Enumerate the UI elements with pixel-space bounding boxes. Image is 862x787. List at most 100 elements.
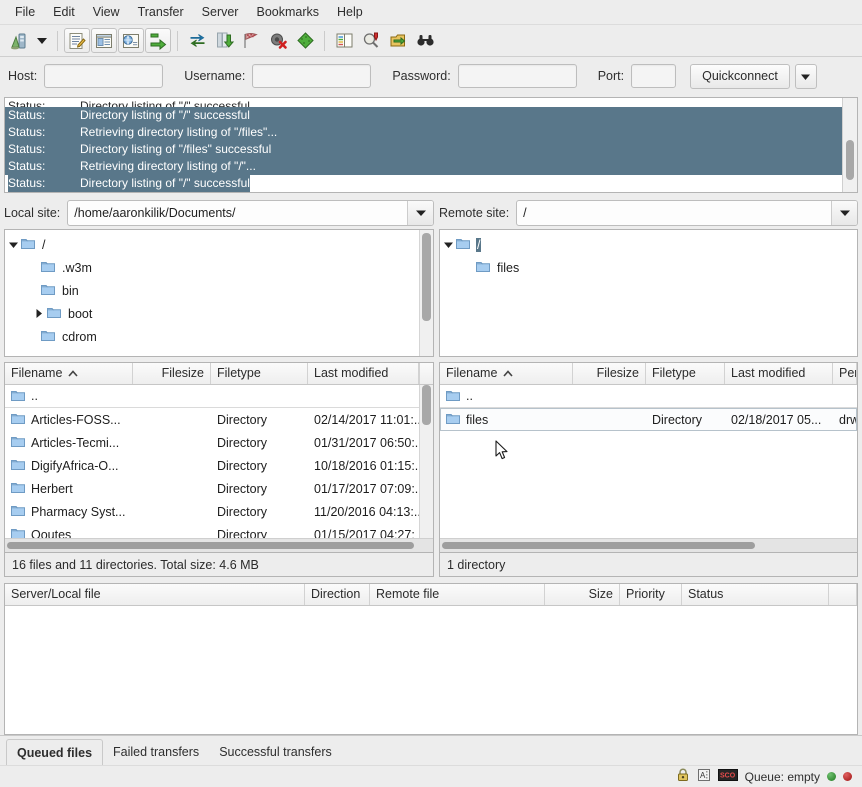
directory-filters-icon[interactable] <box>358 28 384 53</box>
tree-item[interactable]: .w3m <box>5 256 419 279</box>
table-row[interactable]: DigifyAfrica-O... Directory 10/18/2016 0… <box>5 454 419 477</box>
message-log-scrollbar[interactable] <box>842 98 857 192</box>
quickconnect-button[interactable]: Quickconnect <box>690 64 790 89</box>
cell-filename[interactable]: Articles-FOSS... <box>5 412 133 427</box>
chevron-right-icon[interactable] <box>31 309 47 318</box>
cell-filename[interactable]: DigifyAfrica-O... <box>5 458 133 473</box>
site-manager-icon[interactable] <box>6 28 32 53</box>
toggle-remote-tree-icon[interactable] <box>118 28 144 53</box>
local-tree-scrollbar[interactable] <box>419 230 433 356</box>
tree-item-label[interactable]: / <box>41 238 46 252</box>
tree-item-label[interactable]: boot <box>67 307 93 321</box>
table-row[interactable]: Qoutes Directory 01/15/2017 04:27: <box>5 523 419 538</box>
column-header-priority[interactable]: Priority <box>620 584 682 605</box>
transfer-queue[interactable]: Server/Local file Direction Remote file … <box>4 583 858 735</box>
cell-filename[interactable]: Articles-Tecmi... <box>5 435 133 450</box>
tree-item-label[interactable]: .w3m <box>61 261 93 275</box>
tree-item-label[interactable]: / <box>476 238 481 252</box>
remote-tree-rows[interactable]: / files <box>440 230 857 356</box>
tab-failed-transfers[interactable]: Failed transfers <box>103 739 209 765</box>
remote-directory-tree[interactable]: / files <box>439 229 858 357</box>
menu-edit[interactable]: Edit <box>44 2 84 22</box>
column-header-filename[interactable]: Filename <box>5 363 133 384</box>
tab-successful-transfers[interactable]: Successful transfers <box>209 739 342 765</box>
column-header-permissions[interactable]: Per <box>833 363 857 384</box>
column-header-status[interactable]: Status <box>682 584 829 605</box>
cell-filename[interactable]: Herbert <box>5 481 133 496</box>
remote-site-combo[interactable]: / <box>516 200 858 226</box>
chevron-down-icon[interactable] <box>831 201 857 225</box>
host-input[interactable] <box>44 64 163 88</box>
tree-item-label[interactable]: bin <box>61 284 80 298</box>
local-site-value[interactable]: /home/aaronkilik/Documents/ <box>68 206 407 220</box>
column-header-filetype[interactable]: Filetype <box>646 363 725 384</box>
find-files-icon[interactable] <box>412 28 438 53</box>
scrollbar-thumb[interactable] <box>422 385 431 425</box>
chevron-down-icon[interactable] <box>5 242 21 248</box>
menu-help[interactable]: Help <box>328 2 372 22</box>
scrollbar-thumb[interactable] <box>442 542 755 549</box>
cell-filename[interactable]: .. <box>5 389 133 404</box>
refresh-icon[interactable] <box>184 28 210 53</box>
tree-item[interactable]: files <box>440 256 857 279</box>
remote-file-list[interactable]: Filename Filesize Filetype Last modified… <box>439 362 858 553</box>
port-input[interactable] <box>631 64 676 88</box>
message-log[interactable]: Status: Directory listing of "/" success… <box>4 97 858 193</box>
local-directory-tree[interactable]: / .w3m bin <box>4 229 434 357</box>
tree-item[interactable]: cdrom <box>5 325 419 348</box>
menu-transfer[interactable]: Transfer <box>129 2 193 22</box>
column-header-size[interactable]: Size <box>545 584 620 605</box>
compare-directories-icon[interactable] <box>331 28 357 53</box>
local-tree-rows[interactable]: / .w3m bin <box>5 230 419 356</box>
menu-server[interactable]: Server <box>193 2 248 22</box>
toggle-filters-icon[interactable] <box>238 28 264 53</box>
remote-file-rows[interactable]: .. files <box>440 385 857 538</box>
table-row[interactable]: Articles-FOSS... Directory 02/14/2017 11… <box>5 408 419 431</box>
tree-item[interactable]: bin <box>5 279 419 302</box>
cell-filename[interactable]: .. <box>440 389 573 404</box>
remote-site-value[interactable]: / <box>517 206 831 220</box>
local-file-list[interactable]: Filename Filesize Filetype Last modified <box>4 362 434 553</box>
synchronized-browsing-icon[interactable] <box>385 28 411 53</box>
disconnect-icon[interactable] <box>292 28 318 53</box>
password-input[interactable] <box>458 64 577 88</box>
column-header-filename[interactable]: Filename <box>440 363 573 384</box>
column-header-filesize[interactable]: Filesize <box>573 363 646 384</box>
cell-filename[interactable]: Qoutes <box>5 527 133 538</box>
local-list-hscrollbar[interactable] <box>5 538 433 552</box>
message-log-rows[interactable]: Status: Directory listing of "/" success… <box>5 98 842 192</box>
chevron-down-icon[interactable] <box>440 242 456 248</box>
transfer-queue-rows[interactable] <box>5 606 857 734</box>
username-input[interactable] <box>252 64 371 88</box>
column-header-remote-file[interactable]: Remote file <box>370 584 545 605</box>
table-row[interactable]: .. <box>5 385 419 408</box>
table-row[interactable]: Articles-Tecmi... Directory 01/31/2017 0… <box>5 431 419 454</box>
table-row[interactable]: files Directory 02/18/2017 05... drw <box>440 408 857 431</box>
table-row[interactable]: Herbert Directory 01/17/2017 07:09:... <box>5 477 419 500</box>
tab-queued-files[interactable]: Queued files <box>6 739 103 765</box>
local-file-rows[interactable]: .. Articles-FOSS... <box>5 385 419 538</box>
toggle-message-log-icon[interactable] <box>64 28 90 53</box>
tree-item[interactable]: / <box>440 233 857 256</box>
menu-bookmarks[interactable]: Bookmarks <box>247 2 328 22</box>
local-list-vscrollbar[interactable] <box>419 385 433 538</box>
local-site-combo[interactable]: /home/aaronkilik/Documents/ <box>67 200 434 226</box>
chevron-down-icon[interactable] <box>407 201 433 225</box>
menu-file[interactable]: File <box>6 2 44 22</box>
toggle-transfer-queue-icon[interactable] <box>145 28 171 53</box>
column-header-server-local-file[interactable]: Server/Local file <box>5 584 305 605</box>
tree-item[interactable]: boot <box>5 302 419 325</box>
scrollbar-thumb[interactable] <box>846 140 854 180</box>
tree-item-label[interactable]: cdrom <box>61 330 98 344</box>
column-header-filler[interactable] <box>829 584 857 605</box>
scrollbar-thumb[interactable] <box>422 233 431 321</box>
tree-item[interactable]: / <box>5 233 419 256</box>
scrollbar-thumb[interactable] <box>7 542 414 549</box>
cell-filename[interactable]: files <box>440 412 573 427</box>
cell-filename[interactable]: Pharmacy Syst... <box>5 504 133 519</box>
remote-list-hscrollbar[interactable] <box>440 538 857 552</box>
column-header-filetype[interactable]: Filetype <box>211 363 308 384</box>
table-row[interactable]: Pharmacy Syst... Directory 11/20/2016 04… <box>5 500 419 523</box>
column-header-last-modified[interactable]: Last modified <box>308 363 419 384</box>
column-header-direction[interactable]: Direction <box>305 584 370 605</box>
